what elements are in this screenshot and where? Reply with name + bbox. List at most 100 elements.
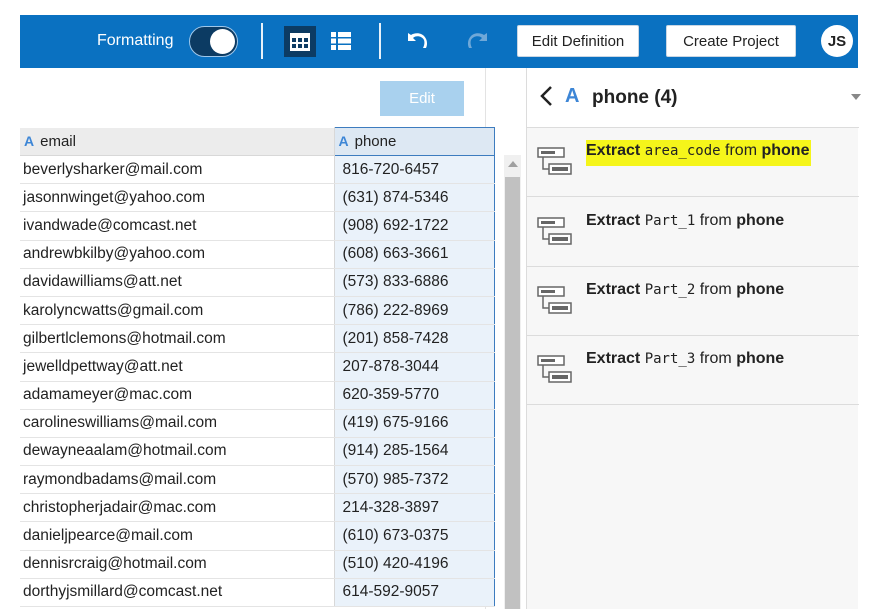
suggestion-part: area_code [644,143,721,159]
panel-header: A phone (4) [527,68,861,128]
table-row[interactable]: adamameyer@mac.com 620-359-5770 [20,381,495,410]
table-row[interactable]: raymondbadams@mail.com (570) 985-7372 [20,465,495,495]
column-header-label: email [40,132,76,150]
suggestion-item[interactable]: Extract Part_2 from phone [527,267,859,336]
toolbar-divider [261,23,263,59]
table-row[interactable]: andrewbkilby@yahoo.com (608) 663-3661 [20,240,495,269]
email-cell[interactable]: carolineswilliams@mail.com [20,409,335,438]
phone-cell[interactable]: (914) 285-1564 [333,437,495,467]
suggestion-text: Extract Part_3 from phone [586,350,784,368]
table-row[interactable]: dorthyjsmillard@comcast.net 614-592-9057 [20,578,495,608]
table-row[interactable]: dewayneaalam@hotmail.com (914) 285-1564 [20,437,495,467]
scrollbar-thumb[interactable] [505,177,520,609]
email-cell[interactable]: ivandwade@comcast.net [20,211,335,241]
grid-scrollbar[interactable] [504,155,521,609]
suggestion-verb: Extract [586,350,641,367]
suggestion-from: from [699,350,732,367]
suggestion-transform-icon [537,147,572,175]
email-cell[interactable]: christopherjadair@mac.com [20,493,335,523]
column-header-phone[interactable]: Aphone [333,127,495,156]
undo-button[interactable] [405,28,431,54]
phone-cell[interactable]: (570) 985-7372 [333,465,495,495]
data-grid: Aemail Aphone beverlysharker@mail.com 816… [20,127,500,609]
string-type-icon: A [24,132,35,149]
suggestion-part: Part_1 [644,213,696,229]
edit-definition-button[interactable]: Edit Definition [517,25,639,57]
suggestion-item[interactable]: Extract area_code from phone [527,128,859,197]
suggestion-column: phone [736,212,785,229]
header-row: Aemail Aphone [20,127,495,156]
top-toolbar: Formatting Edit Definition Create Projec… [20,15,858,68]
email-cell[interactable]: andrewbkilby@yahoo.com [20,240,335,269]
phone-cell[interactable]: (631) 874-5346 [333,183,495,213]
create-project-button[interactable]: Create Project [666,25,796,57]
suggestion-verb: Extract [586,212,641,229]
edit-button[interactable]: Edit [380,81,464,116]
list-view-button[interactable] [328,28,354,54]
table-row[interactable]: danieljpearce@mail.com (610) 673-0375 [20,521,495,551]
undo-icon [408,33,428,48]
suggestion-item[interactable]: Extract Part_3 from phone [527,336,859,405]
phone-cell[interactable]: (608) 663-3661 [333,240,495,269]
phone-cell[interactable]: 816-720-6457 [333,155,495,185]
suggestion-transform-icon [537,355,572,383]
table-row[interactable]: ivandwade@comcast.net (908) 692-1722 [20,211,495,241]
table-row[interactable]: carolineswilliams@mail.com (419) 675-9166 [20,409,495,438]
panel-dropdown-icon[interactable] [851,94,861,100]
phone-cell[interactable]: (908) 692-1722 [333,211,495,241]
table-row[interactable]: jewelldpettway@att.net 207-878-3044 [20,352,495,382]
grid-action-bar: Edit [20,68,485,127]
email-cell[interactable]: adamameyer@mac.com [20,381,335,410]
string-type-icon: A [338,133,349,149]
suggestion-transform-icon [537,217,572,245]
grid-view-button[interactable] [284,26,316,57]
suggestion-text: Extract Part_2 from phone [586,281,784,299]
phone-cell[interactable]: 214-328-3897 [333,493,495,523]
email-cell[interactable]: dewayneaalam@hotmail.com [20,437,335,467]
formatting-toggle[interactable] [189,26,238,57]
table-row[interactable]: karolyncwatts@gmail.com (786) 222-8969 [20,296,495,326]
email-cell[interactable]: davidawilliams@att.net [20,268,335,297]
table-row[interactable]: dennisrcraig@hotmail.com (510) 420-4196 [20,550,495,579]
email-cell[interactable]: dennisrcraig@hotmail.com [20,550,335,579]
back-chevron-icon[interactable] [537,84,557,108]
email-cell[interactable]: gilbertlclemons@hotmail.com [20,324,335,354]
suggestion-from: from [725,142,758,159]
email-cell[interactable]: karolyncwatts@gmail.com [20,296,335,326]
table-row[interactable]: gilbertlclemons@hotmail.com (201) 858-742… [20,324,495,354]
table-row[interactable]: beverlysharker@mail.com 816-720-6457 [20,155,495,185]
email-cell[interactable]: beverlysharker@mail.com [20,155,335,185]
user-avatar[interactable]: JS [821,25,853,57]
table-row[interactable]: christopherjadair@mac.com 214-328-3897 [20,493,495,523]
phone-cell[interactable]: (573) 833-6886 [333,268,495,297]
email-cell[interactable]: jewelldpettway@att.net [20,352,335,382]
list-view-icon [331,32,351,50]
redo-icon [467,33,487,48]
suggestion-verb: Extract [586,281,641,298]
suggestion-column: phone [736,350,785,367]
grid-view-icon [290,32,310,51]
phone-cell[interactable]: (201) 858-7428 [333,324,495,354]
redo-button[interactable] [464,28,490,54]
suggestion-verb: Extract [586,142,641,159]
phone-cell[interactable]: (786) 222-8969 [333,296,495,326]
phone-cell[interactable]: (510) 420-4196 [333,550,495,579]
scroll-up-arrow-icon[interactable] [508,161,518,167]
email-cell[interactable]: raymondbadams@mail.com [20,465,335,495]
email-cell[interactable]: dorthyjsmillard@comcast.net [20,578,335,608]
formatting-label: Formatting [97,32,174,49]
email-cell[interactable]: jasonnwinget@yahoo.com [20,183,335,213]
phone-cell[interactable]: 614-592-9057 [333,578,495,608]
suggestion-text: Extract area_code from phone [586,140,812,166]
phone-cell[interactable]: (419) 675-9166 [333,409,495,438]
email-cell[interactable]: danieljpearce@mail.com [20,521,335,551]
table-row[interactable]: davidawilliams@att.net (573) 833-6886 [20,268,495,297]
suggestion-transform-icon [537,286,572,314]
column-header-email[interactable]: Aemail [20,127,335,156]
phone-cell[interactable]: (610) 673-0375 [333,521,495,551]
phone-cell[interactable]: 620-359-5770 [333,381,495,410]
phone-cell[interactable]: 207-878-3044 [333,352,495,382]
suggestion-item[interactable]: Extract Part_1 from phone [527,198,859,267]
column-header-label: phone [354,133,397,150]
table-row[interactable]: jasonnwinget@yahoo.com (631) 874-5346 [20,183,495,213]
